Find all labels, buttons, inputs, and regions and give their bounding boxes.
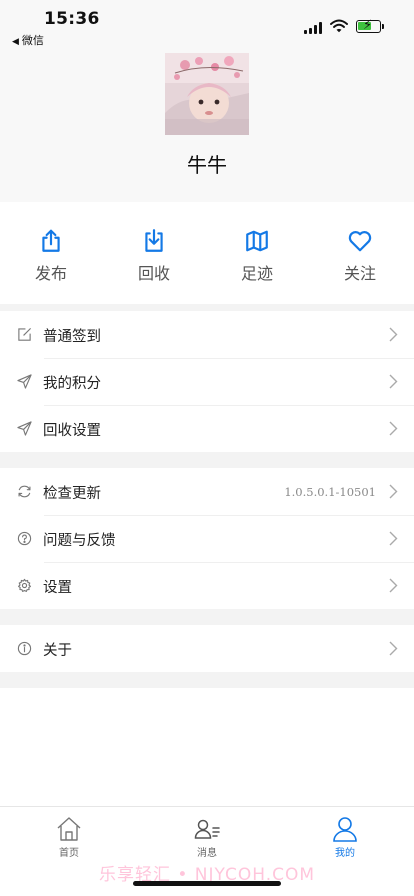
menu-item-label: 检查更新: [43, 486, 101, 502]
menu-item-label: 普通签到: [43, 329, 101, 345]
menu-item-label: 问题与反馈: [43, 533, 116, 549]
menu-item-label: 我的积分: [43, 376, 101, 392]
info-icon: [17, 641, 32, 656]
chevron-right-icon: [389, 578, 398, 593]
version-number: 1.0.5.0.1-10501: [284, 485, 376, 499]
profile-header: 牛牛: [0, 50, 414, 202]
tab-label: 首页: [59, 848, 79, 859]
status-time: 15:36: [44, 9, 100, 29]
footprint-label: 足迹: [240, 264, 273, 283]
back-triangle-icon: ◀: [12, 37, 19, 47]
menu-item-check-update[interactable]: 检查更新 1.0.5.0.1-10501: [0, 468, 414, 515]
home-indicator[interactable]: [133, 881, 281, 886]
chevron-right-icon: [389, 531, 398, 546]
publish-label: 发布: [34, 264, 67, 283]
refresh-icon: [18, 485, 31, 498]
menu-item-settings[interactable]: 设置: [0, 562, 414, 609]
recycle-action[interactable]: 回收: [109, 228, 199, 284]
signal-icon: [304, 22, 322, 34]
menu-item-about[interactable]: 关于: [0, 625, 414, 672]
follow-action[interactable]: 关注: [315, 228, 405, 284]
menu-item-checkin[interactable]: 普通签到: [0, 311, 414, 358]
back-to-app-link[interactable]: ◀ 微信: [12, 32, 44, 48]
tab-label: 我的: [335, 848, 355, 859]
menu-item-label: 回收设置: [43, 423, 101, 439]
chevron-right-icon: [389, 641, 398, 656]
menu-group-checkin: 普通签到 我的积分 回收设置: [0, 311, 414, 452]
edit-icon: [18, 328, 31, 341]
status-bar: 15:36 ◀ 微信 ⚡: [0, 0, 414, 50]
menu-item-feedback[interactable]: 问题与反馈: [0, 515, 414, 562]
send-icon: [17, 421, 32, 436]
home-icon: [57, 817, 81, 841]
menu-item-label: 设置: [43, 580, 72, 596]
menu-group-about: 关于: [0, 625, 414, 672]
recycle-label: 回收: [137, 264, 170, 283]
menu-item-label: 关于: [43, 643, 72, 659]
tab-messages[interactable]: 消息: [167, 815, 247, 859]
send-icon: [17, 374, 32, 389]
battery-icon: ⚡: [356, 18, 384, 33]
chevron-right-icon: [389, 484, 398, 499]
map-icon: [246, 230, 268, 252]
gear-icon: [18, 578, 31, 592]
tab-mine[interactable]: 我的: [305, 815, 385, 859]
message-icon: [194, 819, 220, 839]
user-icon: [333, 817, 357, 842]
username: 牛牛: [187, 153, 227, 177]
content-blank-area: [0, 688, 414, 806]
question-icon: [17, 531, 32, 546]
back-app-label: 微信: [21, 34, 44, 47]
follow-label: 关注: [343, 264, 376, 283]
heart-icon: [348, 231, 372, 252]
footprint-action[interactable]: 足迹: [212, 228, 302, 284]
tab-home[interactable]: 首页: [29, 815, 109, 859]
publish-action[interactable]: 发布: [6, 228, 96, 284]
menu-item-points[interactable]: 我的积分: [0, 358, 414, 405]
chevron-right-icon: [389, 421, 398, 436]
menu-item-recycle-settings[interactable]: 回收设置: [0, 405, 414, 452]
chevron-right-icon: [389, 327, 398, 342]
tab-label: 消息: [197, 848, 217, 859]
quick-actions: 发布 回收 足迹 关注: [0, 202, 414, 304]
menu-group-system: 检查更新 1.0.5.0.1-10501 问题与反馈 设置: [0, 468, 414, 609]
upload-icon: [42, 229, 60, 252]
download-icon: [145, 229, 163, 252]
avatar[interactable]: [165, 53, 249, 135]
chevron-right-icon: [389, 374, 398, 389]
wifi-icon: [330, 19, 348, 33]
